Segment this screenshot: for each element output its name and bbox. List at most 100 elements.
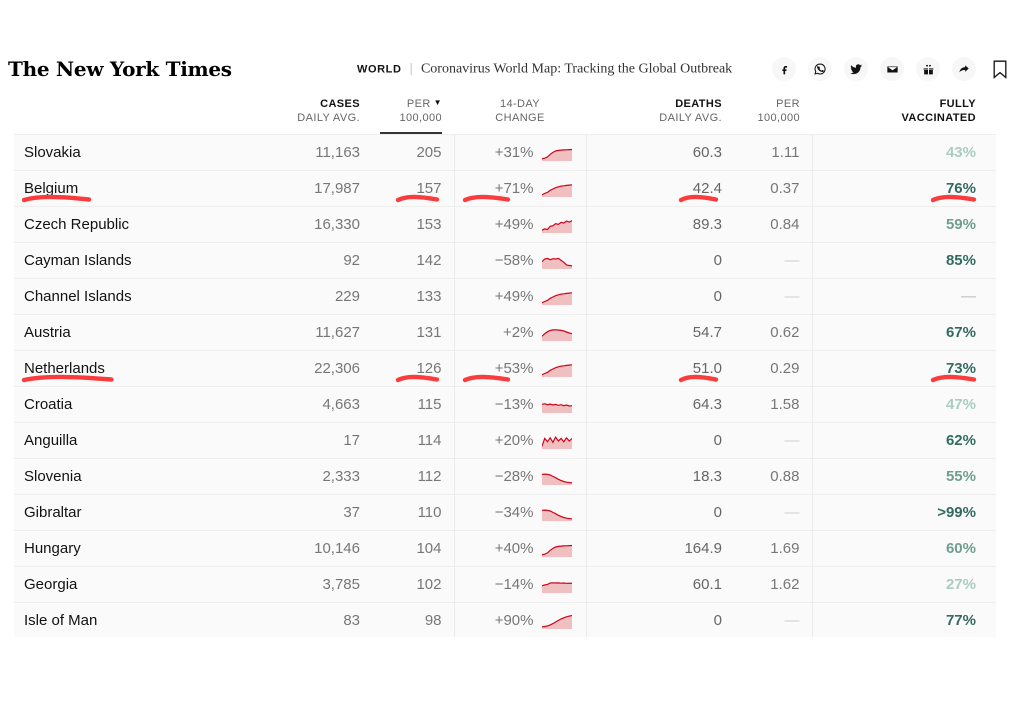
cell-deaths-per-100k: —	[734, 242, 812, 279]
sparkline-icon	[541, 435, 572, 449]
change-value: +49%	[494, 216, 534, 233]
cell-deaths-per-100k: 1.69	[734, 530, 812, 567]
cell-cases-per-100k: 115	[372, 386, 454, 423]
cell-place[interactable]: Channel Islands	[14, 278, 282, 315]
table-row[interactable]: Belgium 17,987 157 +71% 42.4 0.37 76%	[14, 170, 996, 207]
kicker-section-label[interactable]: WORLD	[357, 64, 402, 76]
column-header-cases-per-100k[interactable]: PER ▼ 100,000	[372, 96, 454, 135]
cell-fully-vaccinated: 27%	[811, 566, 996, 603]
place-name: Austria	[24, 324, 71, 341]
table-row[interactable]: Netherlands 22,306 126 +53% 51.0 0.29 73%	[14, 350, 996, 387]
sparkline-icon	[541, 257, 572, 269]
cell-cases-daily-avg: 11,627	[282, 314, 372, 351]
covid-data-table-container[interactable]: CASES DAILY AVG. PER ▼ 100,000 14-DAY CHA…	[14, 96, 996, 637]
table-row[interactable]: Slovakia 11,163 205 +31% 60.3 1.11 43%	[14, 134, 996, 171]
cell-place[interactable]: Belgium	[14, 170, 282, 207]
table-row[interactable]: Cayman Islands 92 142 −58% 0—85%	[14, 242, 996, 279]
column-header-deaths-line1: DEATHS	[675, 98, 722, 110]
column-header-place[interactable]	[14, 96, 282, 135]
cell-place[interactable]: Slovenia	[14, 458, 282, 495]
sparkline-icon	[541, 148, 572, 161]
column-header-change-line1: 14-DAY	[499, 98, 541, 110]
cell-place[interactable]: Gibraltar	[14, 494, 282, 531]
article-title[interactable]: Coronavirus World Map: Tracking the Glob…	[421, 62, 732, 78]
place-name: Belgium	[24, 180, 79, 197]
annotation-underline	[678, 374, 718, 383]
cell-cases-daily-avg: 92	[282, 242, 372, 279]
cell-14-day-change: −28%	[453, 458, 586, 495]
cell-fully-vaccinated: 47%	[811, 386, 996, 423]
column-header-deaths[interactable]: DEATHS DAILY AVG.	[586, 96, 734, 135]
table-row[interactable]: Austria 11,627 131 +2% 54.7 0.62 67%	[14, 314, 996, 351]
cell-place[interactable]: Croatia	[14, 386, 282, 423]
cell-14-day-change: +31%	[453, 134, 586, 171]
change-value: +31%	[494, 144, 534, 161]
column-header-deaths-line2: DAILY AVG.	[659, 112, 722, 124]
column-header-fully-vaccinated[interactable]: FULLY VACCINATED	[812, 96, 996, 135]
cell-place[interactable]: Isle of Man	[14, 602, 282, 637]
cell-14-day-change: +71%	[453, 170, 586, 207]
place-name: Slovakia	[24, 144, 81, 161]
table-row[interactable]: Isle of Man 83 98 +90% 0—77%	[14, 602, 996, 637]
cell-place[interactable]: Anguilla	[14, 422, 282, 459]
cell-deaths-daily-avg: 60.3	[585, 134, 734, 171]
column-header-per-line1: PER ▼	[406, 98, 442, 110]
cell-deaths-per-100k: 1.11	[734, 134, 812, 171]
cell-place[interactable]: Slovakia	[14, 134, 282, 171]
column-header-cases[interactable]: CASES DAILY AVG.	[282, 96, 372, 135]
column-header-deaths-per-100k[interactable]: PER 100,000	[734, 96, 812, 135]
table-row[interactable]: Croatia 4,663 115 −13% 64.3 1.58 47%	[14, 386, 996, 423]
sparkline-icon	[541, 219, 572, 233]
cell-deaths-per-100k: 0.29	[734, 350, 812, 387]
cell-14-day-change: −58%	[453, 242, 586, 279]
change-value: +20%	[494, 432, 534, 449]
cell-14-day-change: +40%	[453, 530, 586, 567]
cell-place[interactable]: Austria	[14, 314, 282, 351]
cell-fully-vaccinated: —	[811, 278, 996, 315]
table-row[interactable]: Georgia 3,785 102 −14% 60.1 1.62 27%	[14, 566, 996, 603]
change-value: −28%	[494, 468, 534, 485]
place-name: Channel Islands	[24, 288, 132, 305]
column-header-per-line2: 100,000	[399, 112, 442, 124]
place-name: Croatia	[24, 396, 73, 413]
cell-place[interactable]: Cayman Islands	[14, 242, 282, 279]
cell-deaths-daily-avg: 89.3	[585, 206, 734, 243]
table-row[interactable]: Gibraltar 37 110 −34% 0— >99%	[14, 494, 996, 531]
cell-cases-per-100k: 131	[372, 314, 454, 351]
cell-deaths-per-100k: —	[734, 494, 812, 531]
place-name: Netherlands	[24, 360, 105, 377]
annotation-underline	[930, 374, 976, 383]
twitter-icon[interactable]	[844, 57, 868, 81]
cell-cases-daily-avg: 2,333	[282, 458, 372, 495]
sort-descending-caret-icon: ▼	[433, 98, 442, 107]
cell-14-day-change: +49%	[453, 278, 586, 315]
cell-cases-per-100k: 142	[372, 242, 454, 279]
column-header-dper-line1: PER	[776, 98, 800, 110]
share-arrow-icon[interactable]	[952, 57, 976, 81]
cell-cases-per-100k: 98	[372, 602, 454, 637]
email-icon[interactable]	[880, 57, 904, 81]
cell-place[interactable]: Netherlands	[14, 350, 282, 387]
nyt-logo[interactable]: The New York Times	[8, 57, 232, 81]
table-row[interactable]: Channel Islands 229 133 +49% 0— —	[14, 278, 996, 315]
cell-place[interactable]: Georgia	[14, 566, 282, 603]
table-row[interactable]: Hungary 10,146 104 +40% 164.9 1.69 60%	[14, 530, 996, 567]
gift-icon[interactable]	[916, 57, 940, 81]
whatsapp-icon[interactable]	[808, 57, 832, 81]
cell-cases-daily-avg: 11,163	[282, 134, 372, 171]
covid-data-table: CASES DAILY AVG. PER ▼ 100,000 14-DAY CHA…	[14, 96, 996, 637]
cell-place[interactable]: Czech Republic	[14, 206, 282, 243]
cell-deaths-per-100k: 0.88	[734, 458, 812, 495]
cell-deaths-per-100k: 1.58	[734, 386, 812, 423]
table-row[interactable]: Slovenia 2,333 112 −28% 18.3 0.88 55%	[14, 458, 996, 495]
table-row[interactable]: Anguilla 17 114 +20% 0—62%	[14, 422, 996, 459]
cell-place[interactable]: Hungary	[14, 530, 282, 567]
facebook-icon[interactable]	[772, 57, 796, 81]
column-header-14-day-change[interactable]: 14-DAY CHANGE	[454, 96, 586, 135]
change-value: +40%	[494, 540, 534, 557]
cell-cases-per-100k: 114	[372, 422, 454, 459]
bookmark-icon[interactable]	[990, 57, 1010, 81]
table-row[interactable]: Czech Republic 16,330 153 +49% 89.3 0.84 59%	[14, 206, 996, 243]
cell-deaths-per-100k: —	[734, 278, 812, 315]
place-name: Cayman Islands	[24, 252, 132, 269]
